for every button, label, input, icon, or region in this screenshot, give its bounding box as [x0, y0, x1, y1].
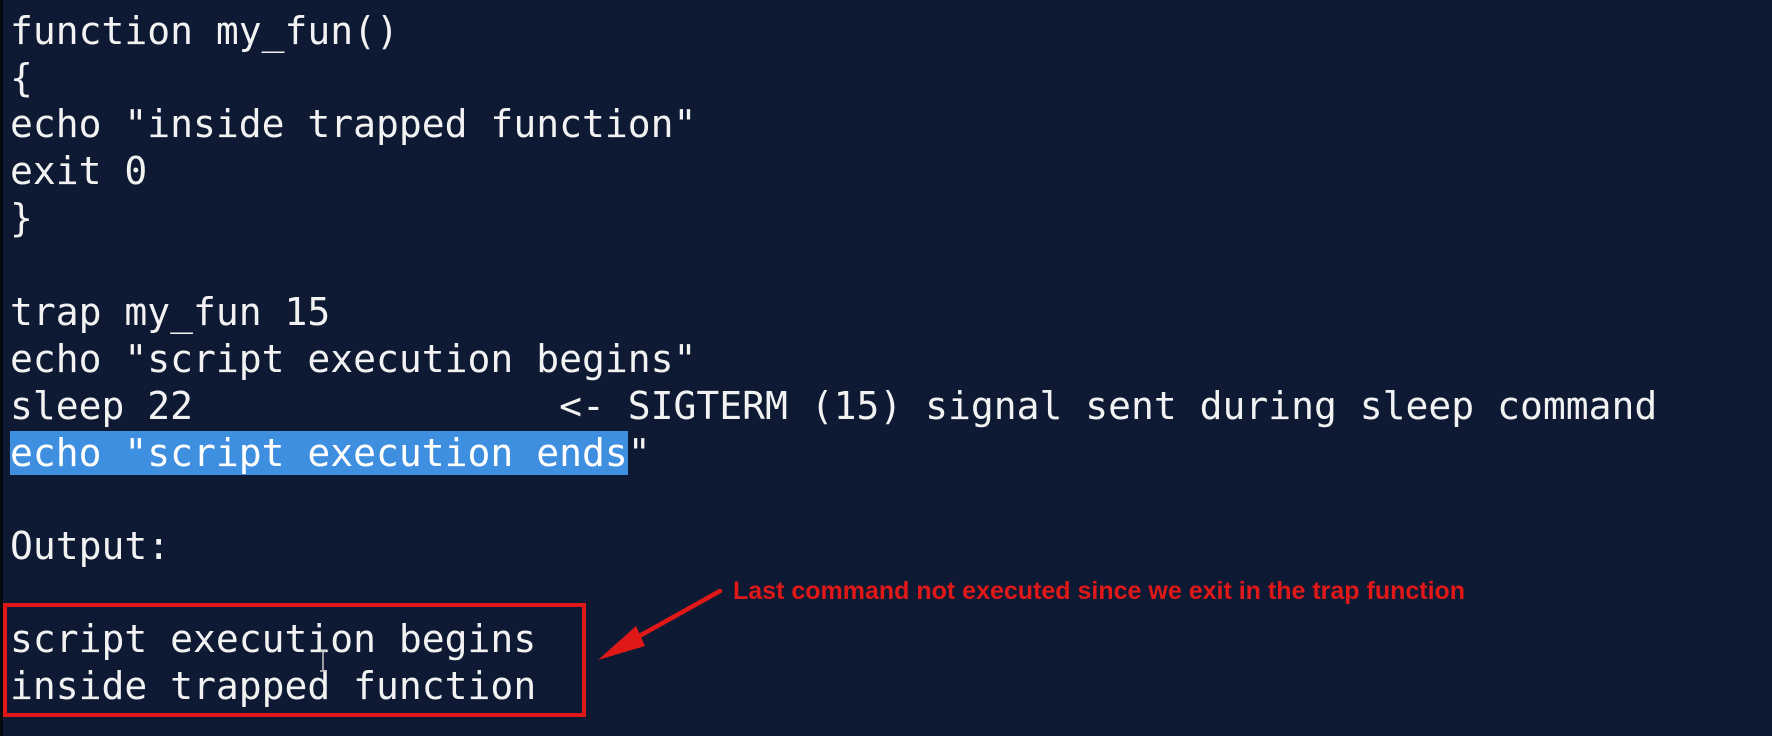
- code-line: echo "inside trapped function": [10, 102, 697, 146]
- code-line: function my_fun(): [10, 9, 399, 53]
- text-cursor-icon: [320, 650, 326, 672]
- code-line: sleep 22 <- SIGTERM (15) signal sent dur…: [10, 384, 1658, 428]
- code-line: {: [10, 56, 33, 100]
- output-label: Output:: [10, 524, 171, 568]
- annotation-note: Last command not executed since we exit …: [733, 577, 1466, 605]
- output-highlight-box: [3, 603, 586, 717]
- code-line: }: [10, 196, 33, 240]
- terminal-screen: function my_fun() { echo "inside trapped…: [0, 0, 1772, 736]
- code-line: trap my_fun 15: [10, 290, 331, 334]
- selected-code-line[interactable]: echo "script execution ends": [10, 431, 651, 475]
- code-line: echo "script execution begins": [10, 337, 697, 381]
- code-line: exit 0: [10, 149, 148, 193]
- text-selection[interactable]: echo "script execution ends: [10, 431, 628, 475]
- code-line-rest: ": [627, 431, 651, 475]
